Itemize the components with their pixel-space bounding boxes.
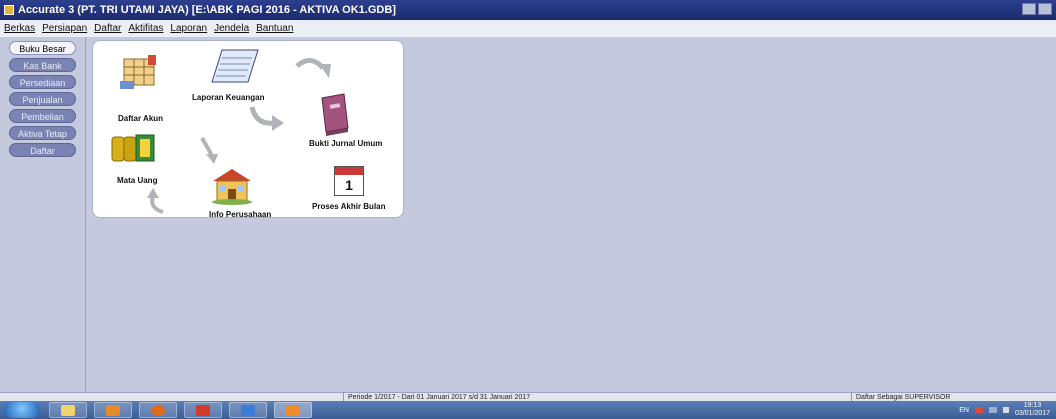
taskbar-firefox[interactable] [139,402,177,418]
restore-button[interactable] [1038,3,1052,15]
clock-date: 03/01/2017 [1014,410,1050,417]
laporan-keuangan-icon[interactable] [208,46,262,88]
title-bar: Accurate 3 (PT. TRI UTAMI JAYA) [E:\ABK … [0,0,1056,20]
taskbar-app-blue[interactable] [229,402,267,418]
status-bar: Periode 1/2017 - Dari 01 Januari 2017 s/… [0,392,1056,402]
language-indicator[interactable]: EN [959,407,969,414]
info-perusahaan-icon[interactable] [209,165,255,205]
info-perusahaan-label[interactable]: Info Perusahaan [209,210,271,219]
clock[interactable]: 19:13 03/01/2017 [1015,402,1050,418]
window-title: Accurate 3 (PT. TRI UTAMI JAYA) [E:\ABK … [18,4,396,16]
curved-arrow-icon [147,188,164,214]
bukti-jurnal-umum-icon[interactable] [318,92,352,136]
taskbar-explorer[interactable] [49,402,87,418]
daftar-akun-icon[interactable] [118,53,162,91]
menu-bantuan[interactable]: Bantuan [256,23,293,34]
sidebar-item-daftar[interactable]: Daftar [9,143,76,157]
window-controls [1022,3,1052,15]
menu-berkas[interactable]: Berkas [4,23,35,34]
menu-aktifitas[interactable]: Aktifitas [128,23,163,34]
proses-akhir-bulan-label[interactable]: Proses Akhir Bulan [312,202,386,211]
network-icon[interactable] [988,407,997,413]
mata-uang-icon[interactable] [110,133,158,163]
flag-icon[interactable] [974,407,983,413]
sidebar-item-buku-besar[interactable]: Buku Besar [9,41,76,55]
curved-arrow-icon [200,136,218,164]
system-tray: EN 19:13 03/01/2017 [959,402,1050,418]
calendar-icon[interactable]: 1 [334,166,364,196]
curved-arrow-icon [249,106,284,131]
sidebar-item-pembelian[interactable]: Pembelian [9,109,76,123]
taskbar-media[interactable] [94,402,132,418]
minimize-button[interactable] [1022,3,1036,15]
laporan-keuangan-label[interactable]: Laporan Keuangan [192,93,264,102]
buku-besar-flow-panel: Daftar Akun Laporan Keuangan Bukti Jurna… [92,40,404,219]
taskbar: EN 19:13 03/01/2017 [0,401,1056,419]
sidebar-item-kas-bank[interactable]: Kas Bank [9,58,76,72]
bukti-jurnal-umum-label[interactable]: Bukti Jurnal Umum [309,139,382,148]
taskbar-app-red[interactable] [184,402,222,418]
app-icon [4,5,14,15]
daftar-akun-label[interactable]: Daftar Akun [118,114,163,123]
menu-daftar[interactable]: Daftar [94,23,121,34]
sidebar-item-aktiva-tetap[interactable]: Aktiva Tetap [9,126,76,140]
start-button[interactable] [4,402,40,418]
menu-bar: Berkas Persiapan Daftar Aktifitas Lapora… [0,20,1056,37]
taskbar-accurate[interactable] [274,402,312,418]
mata-uang-label[interactable]: Mata Uang [117,176,157,185]
menu-jendela[interactable]: Jendela [214,23,249,34]
curved-arrow-icon [295,58,331,78]
sidebar: Buku Besar Kas Bank Persediaan Penjualan… [0,37,85,392]
menu-laporan[interactable]: Laporan [170,23,207,34]
menu-persiapan[interactable]: Persiapan [42,23,87,34]
volume-icon[interactable] [1002,407,1009,413]
clock-time: 19:13 [1023,402,1042,409]
calendar-day: 1 [345,177,353,193]
sidebar-item-persediaan[interactable]: Persediaan [9,75,76,89]
sidebar-item-penjualan[interactable]: Penjualan [9,92,76,106]
workspace: Daftar Akun Laporan Keuangan Bukti Jurna… [85,37,1056,392]
